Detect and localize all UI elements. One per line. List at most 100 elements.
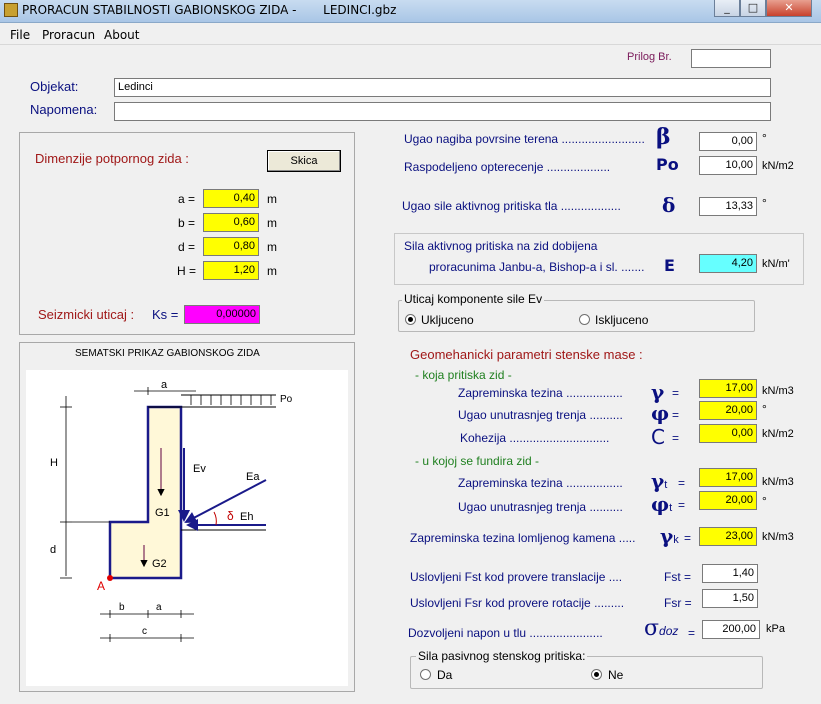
label-g1: G1 — [155, 507, 170, 519]
dim-a-input[interactable]: 0,40 — [203, 189, 259, 208]
geo-sub1: - koja pritiska zid - — [415, 368, 512, 382]
prilog-label: Prilog Br. — [627, 51, 672, 63]
seizmicki-label: Seizmicki uticaj : — [38, 307, 135, 322]
pasivni-option-da[interactable]: Da — [437, 668, 452, 682]
gamma-k-symbol: γk — [660, 524, 679, 548]
coh-unit: kN/m2 — [762, 428, 794, 440]
label-eh: Eh — [240, 511, 253, 523]
phi-input[interactable]: 20,00 — [699, 401, 757, 420]
ks-input[interactable]: 0,00000 — [184, 305, 260, 324]
label-b: b — [119, 602, 125, 613]
e-symbol: E — [664, 256, 675, 275]
beta-label: Ugao nagiba povrsine terena ............… — [404, 132, 645, 146]
menu-about[interactable]: About — [104, 28, 139, 42]
menu-file[interactable]: File — [10, 28, 30, 42]
objekat-input[interactable]: Ledinci — [114, 78, 771, 97]
close-button[interactable]: ✕ — [766, 0, 812, 17]
dim-a-label: a = — [178, 192, 196, 206]
pasivni-option-ne[interactable]: Ne — [608, 668, 623, 682]
ev-radio-ukljuceno[interactable] — [405, 314, 416, 325]
delta-input[interactable]: 13,33 — [699, 197, 757, 216]
label-a-bottom: a — [156, 602, 162, 613]
delta-symbol: δ — [662, 193, 676, 217]
gamma-t-eq: = — [678, 476, 686, 490]
pasivni-radio-ne[interactable] — [591, 669, 602, 680]
dim-a-unit: m — [267, 192, 277, 206]
po-label: Raspodeljeno opterecenje ...............… — [404, 160, 611, 174]
menu-proracun[interactable]: Proracun — [42, 28, 95, 42]
dim-b-label: b = — [178, 216, 196, 230]
pasivni-radio-da[interactable] — [420, 669, 431, 680]
label-ea: Ea — [246, 471, 260, 483]
prilog-input[interactable] — [691, 49, 771, 68]
fst-symbol: Fst = — [664, 570, 692, 584]
ev-radio-iskljuceno[interactable] — [579, 314, 590, 325]
ev-group-title: Uticaj komponente sile Ev — [402, 292, 545, 306]
dim-d-input[interactable]: 0,80 — [203, 237, 259, 256]
label-ev: Ev — [193, 463, 206, 475]
gamma-k-input[interactable]: 23,00 — [699, 527, 757, 546]
sdoz-symbol: σdoz — [644, 616, 679, 641]
ks-label: Ks = — [152, 307, 179, 322]
ev-option-iskljuceno[interactable]: Iskljuceno — [595, 313, 648, 327]
gamma-t-input[interactable]: 17,00 — [699, 468, 757, 487]
phi-unit: ° — [762, 402, 767, 416]
schematic-drawing: Po a H d G1 G2 Ev Ea Eh δ A b a c — [50, 379, 293, 642]
po-symbol: Po — [656, 155, 679, 174]
coh-symbol: C — [651, 425, 665, 449]
po-unit: kN/m2 — [762, 160, 794, 172]
load-arrows — [190, 395, 272, 405]
e-line1: Sila aktivnog pritiska na zid dobijena — [404, 239, 598, 253]
napomena-input[interactable] — [114, 102, 771, 121]
label-d: d — [50, 544, 56, 556]
window-title: PRORACUN STABILNOSTI GABIONSKOG ZIDA - L… — [22, 3, 397, 17]
dim-d-unit: m — [267, 240, 277, 254]
gamma-k-label: Zapreminska tezina lomljenog kamena ....… — [410, 531, 636, 545]
label-h: H — [50, 457, 58, 469]
sdoz-input[interactable]: 200,00 — [702, 620, 760, 639]
schematic-canvas: Po a H d G1 G2 Ev Ea Eh δ A b a c — [26, 370, 348, 686]
gamma-k-unit: kN/m3 — [762, 531, 794, 543]
wall-fill — [110, 407, 181, 578]
fsr-input[interactable]: 1,50 — [702, 589, 758, 608]
fsr-symbol: Fsr = — [664, 596, 692, 610]
dim-b-input[interactable]: 0,60 — [203, 213, 259, 232]
maximize-button[interactable]: □ — [740, 0, 766, 17]
gamma-unit: kN/m3 — [762, 385, 794, 397]
phi-t-unit: ° — [762, 494, 767, 508]
dim-h-input[interactable]: 1,20 — [203, 261, 259, 280]
label-point-a: A — [97, 579, 105, 593]
gamma-input[interactable]: 17,00 — [699, 379, 757, 398]
phi-t-label: Ugao unutrasnjeg trenja .......... — [458, 500, 623, 514]
geo-sub2: - u kojoj se fundira zid - — [415, 454, 540, 468]
phi-t-eq: = — [678, 498, 686, 512]
beta-input[interactable]: 0,00 — [699, 132, 757, 151]
point-a — [107, 575, 113, 581]
fst-label: Uslovljeni Fst kod provere translacije .… — [410, 570, 623, 584]
gamma-t-label: Zapreminska tezina ................. — [458, 476, 623, 490]
ev-option-ukljuceno[interactable]: Ukljuceno — [421, 313, 474, 327]
e-input[interactable]: 4,20 — [699, 254, 757, 273]
phi-label: Ugao unutrasnjeg trenja .......... — [458, 408, 623, 422]
delta-unit: ° — [762, 196, 767, 210]
geo-title: Geomehanicki parametri stenske mase : — [410, 347, 643, 362]
dim-h-label: H = — [177, 264, 197, 278]
beta-unit: ° — [762, 131, 767, 145]
minimize-button[interactable]: _ — [714, 0, 740, 17]
phi-t-input[interactable]: 20,00 — [699, 491, 757, 510]
gamma-eq: = — [672, 386, 680, 400]
napomena-label: Napomena: — [30, 102, 98, 117]
coh-input[interactable]: 0,00 — [699, 424, 757, 443]
title-bar[interactable]: PRORACUN STABILNOSTI GABIONSKOG ZIDA - L… — [0, 0, 821, 23]
label-a-top: a — [161, 379, 168, 391]
e-line2: proracunima Janbu-a, Bishop-a i sl. ....… — [429, 260, 645, 274]
e-unit: kN/m' — [762, 258, 790, 270]
skica-button[interactable]: Skica — [267, 150, 341, 172]
po-input[interactable]: 10,00 — [699, 156, 757, 175]
gamma-k-eq: = — [684, 531, 692, 545]
label-po: Po — [280, 394, 293, 405]
sdoz-label: Dozvoljeni napon u tlu .................… — [408, 626, 603, 640]
fsr-label: Uslovljeni Fsr kod provere rotacije ....… — [410, 596, 625, 610]
label-g2: G2 — [152, 558, 167, 570]
fst-input[interactable]: 1,40 — [702, 564, 758, 583]
